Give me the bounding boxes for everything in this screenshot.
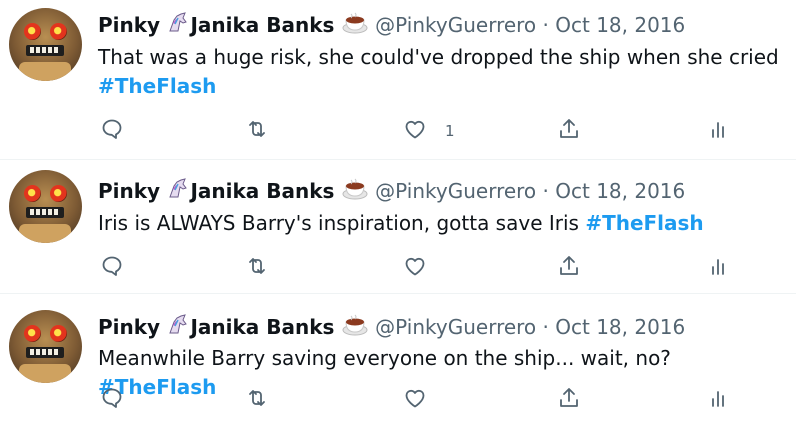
analytics-button[interactable] xyxy=(707,116,731,146)
tweet-actions xyxy=(98,385,778,415)
heart-icon xyxy=(403,386,427,414)
display-name-first[interactable]: Pinky xyxy=(98,315,160,339)
tweet-actions xyxy=(98,253,778,283)
analytics-icon xyxy=(707,386,731,414)
retweet-icon xyxy=(245,117,269,145)
retweet-icon xyxy=(245,386,269,414)
hashtag-link[interactable]: #TheFlash xyxy=(98,74,216,98)
reply-button[interactable] xyxy=(100,253,124,283)
tweet[interactable]: Pinky Janika Banks @PinkyGuerrero · Oct … xyxy=(0,160,796,294)
tweet[interactable]: Pinky Janika Banks @PinkyGuerrero · Oct … xyxy=(0,0,796,160)
avatar[interactable] xyxy=(9,170,82,243)
hashtag-link[interactable]: #TheFlash xyxy=(585,211,703,235)
analytics-button[interactable] xyxy=(707,253,731,283)
separator: · xyxy=(542,13,549,37)
share-icon xyxy=(557,386,581,414)
tweet-header: Pinky Janika Banks @PinkyGuerrero · Oct … xyxy=(98,11,685,41)
retweet-button[interactable] xyxy=(245,385,269,415)
display-name-last[interactable]: Janika Banks xyxy=(190,315,334,339)
analytics-icon xyxy=(707,117,731,145)
avatar[interactable] xyxy=(9,310,82,383)
like-count: 1 xyxy=(445,122,455,140)
coffee-cup-icon xyxy=(341,11,369,41)
display-name-first[interactable]: Pinky xyxy=(98,179,160,203)
tweet-text: Iris is ALWAYS Barry's inspiration, gott… xyxy=(98,209,788,238)
like-button[interactable] xyxy=(403,253,445,283)
share-icon xyxy=(557,117,581,145)
analytics-icon xyxy=(707,254,731,282)
handle[interactable]: @PinkyGuerrero xyxy=(375,179,536,203)
tweet-actions: 1 xyxy=(98,116,778,146)
unicorn-icon xyxy=(166,313,190,343)
share-button[interactable] xyxy=(557,385,581,415)
share-button[interactable] xyxy=(557,253,581,283)
tweet-body: Iris is ALWAYS Barry's inspiration, gott… xyxy=(98,211,586,235)
avatar[interactable] xyxy=(9,8,82,81)
heart-icon xyxy=(403,254,427,282)
reply-button[interactable] xyxy=(100,385,124,415)
handle[interactable]: @PinkyGuerrero xyxy=(375,315,536,339)
reply-icon xyxy=(100,117,124,145)
separator: · xyxy=(542,315,549,339)
display-name-last[interactable]: Janika Banks xyxy=(190,179,334,203)
like-button[interactable] xyxy=(403,385,445,415)
analytics-button[interactable] xyxy=(707,385,731,415)
like-button[interactable]: 1 xyxy=(403,116,455,146)
handle[interactable]: @PinkyGuerrero xyxy=(375,13,536,37)
heart-icon xyxy=(403,117,427,145)
tweet[interactable]: Pinky Janika Banks @PinkyGuerrero · Oct … xyxy=(0,294,796,428)
share-icon xyxy=(557,254,581,282)
unicorn-icon xyxy=(166,177,190,207)
coffee-cup-icon xyxy=(341,313,369,343)
tweet-body: That was a huge risk, she could've dropp… xyxy=(98,45,779,69)
tweet-date[interactable]: Oct 18, 2016 xyxy=(555,179,685,203)
unicorn-icon xyxy=(166,11,190,41)
tweet-text: That was a huge risk, she could've dropp… xyxy=(98,43,788,101)
share-button[interactable] xyxy=(557,116,581,146)
reply-icon xyxy=(100,254,124,282)
reply-icon xyxy=(100,386,124,414)
retweet-button[interactable] xyxy=(245,253,269,283)
display-name-last[interactable]: Janika Banks xyxy=(190,13,334,37)
reply-button[interactable] xyxy=(100,116,124,146)
retweet-button[interactable] xyxy=(245,116,269,146)
tweet-date[interactable]: Oct 18, 2016 xyxy=(555,315,685,339)
separator: · xyxy=(542,179,549,203)
tweet-header: Pinky Janika Banks @PinkyGuerrero · Oct … xyxy=(98,177,685,207)
display-name-first[interactable]: Pinky xyxy=(98,13,160,37)
tweet-date[interactable]: Oct 18, 2016 xyxy=(555,13,685,37)
retweet-icon xyxy=(245,254,269,282)
coffee-cup-icon xyxy=(341,177,369,207)
tweet-header: Pinky Janika Banks @PinkyGuerrero · Oct … xyxy=(98,313,685,343)
tweet-body: Meanwhile Barry saving everyone on the s… xyxy=(98,346,671,370)
